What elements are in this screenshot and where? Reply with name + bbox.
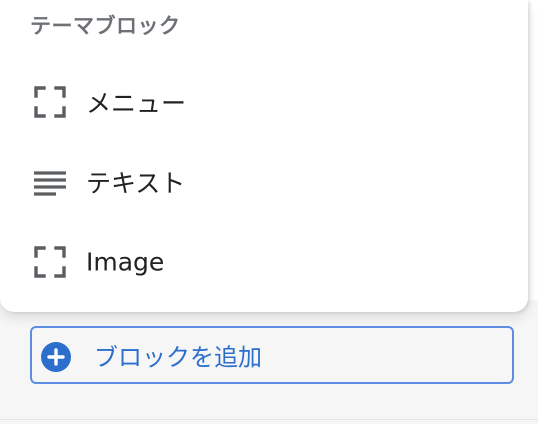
- block-option-label: テキスト: [86, 169, 186, 198]
- block-picker-popover: テーマブロック メニュー テキスト Image: [0, 0, 528, 312]
- add-block-button[interactable]: ブロックを追加: [30, 326, 514, 384]
- frame-corners-icon: [34, 246, 66, 278]
- circle-plus-icon: [41, 342, 71, 372]
- section-title: テーマブロック: [30, 14, 181, 38]
- block-option-label: Image: [86, 247, 165, 277]
- block-option-label: メニュー: [86, 89, 187, 118]
- frame-corners-icon: [34, 86, 66, 118]
- divider: [0, 419, 538, 420]
- block-option-menu[interactable]: メニュー: [0, 69, 528, 135]
- block-option-text[interactable]: テキスト: [0, 149, 528, 215]
- text-align-icon: [34, 171, 66, 196]
- block-option-image[interactable]: Image: [0, 229, 528, 295]
- add-block-label: ブロックを追加: [94, 343, 262, 372]
